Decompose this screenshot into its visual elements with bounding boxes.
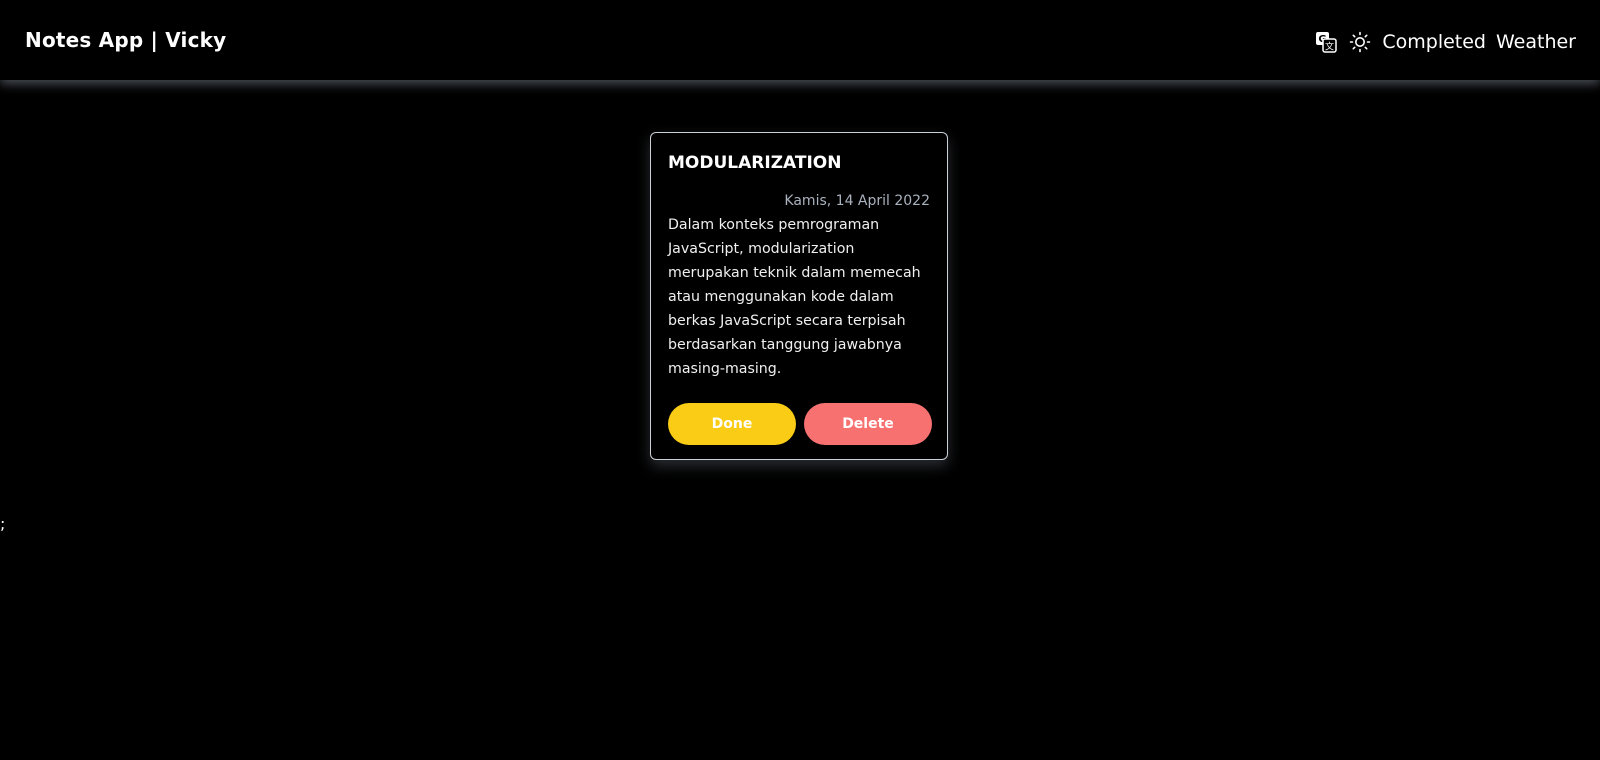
note-title: MODULARIZATION xyxy=(668,153,842,173)
note-actions: Done Delete xyxy=(668,403,932,445)
app-brand[interactable]: Notes App | Vicky xyxy=(25,28,226,52)
note-date: Kamis, 14 April 2022 xyxy=(784,193,930,209)
note-card: MODULARIZATION Kamis, 14 April 2022 Dala… xyxy=(650,132,948,460)
svg-text:文: 文 xyxy=(1325,41,1334,53)
nav-link-weather[interactable]: Weather xyxy=(1496,31,1576,53)
delete-button[interactable]: Delete xyxy=(804,403,932,445)
done-button[interactable]: Done xyxy=(668,403,796,445)
stray-text: ; xyxy=(0,514,6,533)
nav-link-completed[interactable]: Completed xyxy=(1382,31,1486,53)
translate-icon[interactable]: G 文 xyxy=(1314,30,1338,54)
sun-icon[interactable] xyxy=(1348,30,1372,54)
nav-actions: G 文 Completed Weather xyxy=(1314,28,1576,56)
note-body: Dalam konteks pemrograman JavaScript, mo… xyxy=(668,217,921,377)
navbar: Notes App | Vicky G 文 Completed Weather xyxy=(0,0,1600,80)
